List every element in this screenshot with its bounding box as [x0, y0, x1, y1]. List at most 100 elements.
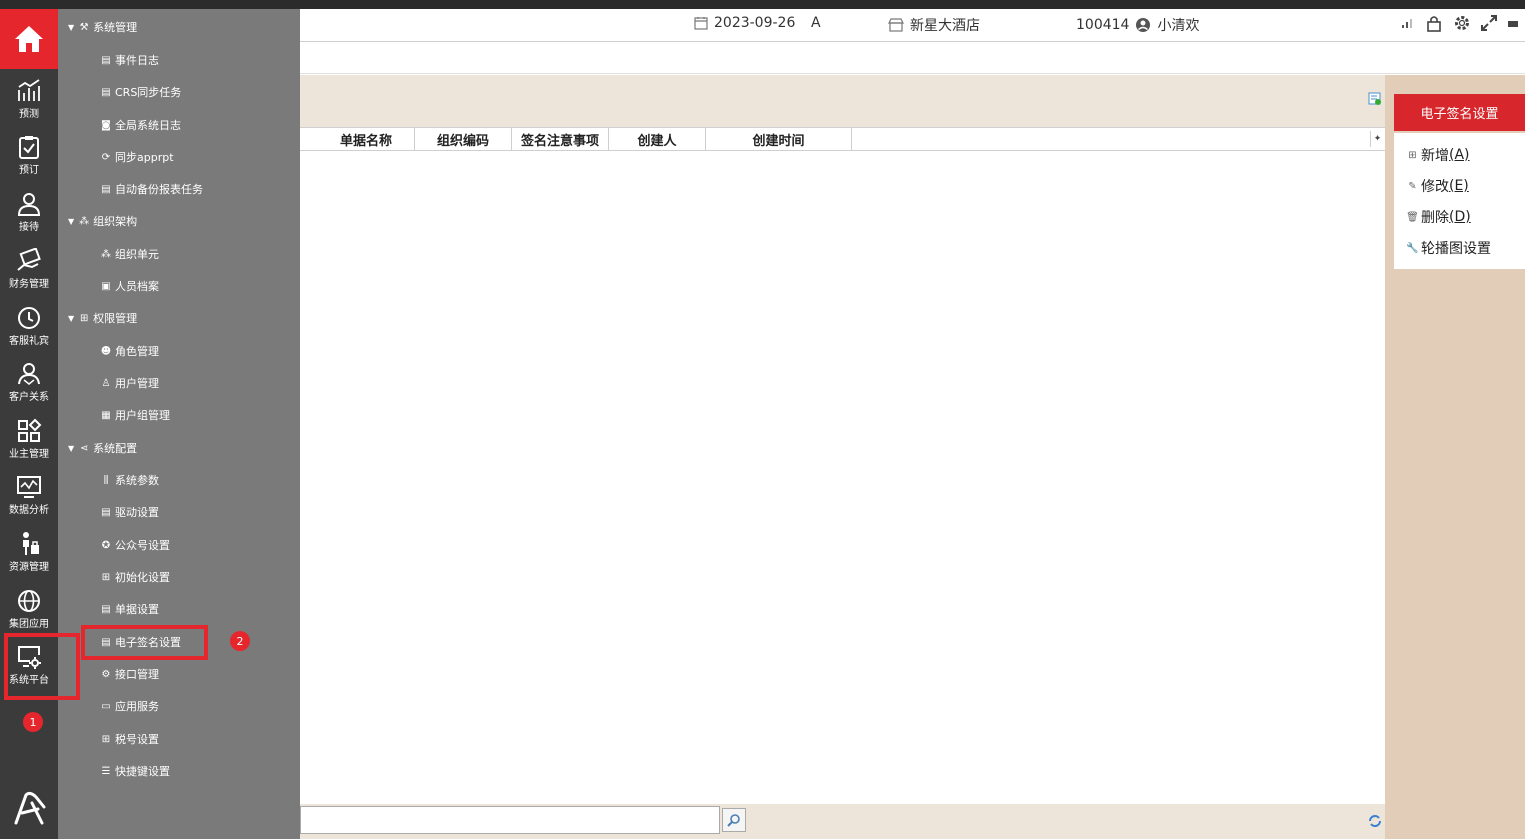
navigation-tree: ▼ ⚒ 系统管理 ▤ 事件日志 ▤ CRS同步任务 ◙ 全局系统日志 ⟳ 同步a…	[58, 9, 300, 839]
tree-item-crs-sync[interactable]: ▤ CRS同步任务	[100, 82, 181, 102]
search-input[interactable]	[300, 806, 720, 834]
rail-item-reception[interactable]: 接待	[0, 184, 58, 240]
wrench-icon: 🔧	[1406, 242, 1419, 254]
signal-icon[interactable]	[1401, 17, 1415, 29]
tree-item-tax-settings[interactable]: ⊞ 税号设置	[100, 729, 159, 749]
rail-item-finance[interactable]: 财务管理	[0, 241, 58, 297]
rail-item-label: 接待	[19, 222, 39, 233]
tree-group-system-management[interactable]: ▼ ⚒ 系统管理	[68, 17, 137, 37]
tree-item-label: 用户管理	[115, 377, 159, 390]
column-header[interactable]: 签名注意事项	[512, 128, 609, 150]
expand-icon[interactable]	[1481, 15, 1497, 31]
caret-down-icon: ▼	[68, 443, 75, 453]
column-header[interactable]: 创建时间	[706, 128, 852, 150]
action-menu: ⊞ 新增 (A) ✎ 修改 (E) 🗑 删除 (D) 🔧 轮播图设置	[1394, 133, 1525, 269]
rail-item-analytics[interactable]: 数据分析	[0, 467, 58, 523]
clock-icon	[18, 307, 40, 329]
edit-button[interactable]: ✎ 修改 (E)	[1407, 176, 1468, 196]
tree-item-official-account[interactable]: ✪ 公众号设置	[100, 535, 170, 555]
share-icon: ⋖	[79, 442, 89, 454]
tree-item-global-log[interactable]: ◙ 全局系统日志	[100, 115, 181, 135]
tree-item-label: 驱动设置	[115, 506, 159, 519]
action-panel-title: 电子签名设置	[1394, 94, 1525, 131]
highlight-box-system-platform	[4, 633, 80, 700]
refresh-icon[interactable]	[1368, 814, 1382, 828]
step-badge: 1	[23, 712, 43, 732]
store-icon	[888, 18, 904, 32]
document-icon: ▤	[101, 183, 111, 195]
header-shift: A	[811, 15, 821, 31]
column-chooser-icon[interactable]: ✦	[1370, 131, 1384, 147]
carousel-settings-button[interactable]: 🔧 轮播图设置	[1406, 238, 1491, 258]
header-hotel[interactable]: 新星大酒店	[888, 15, 980, 35]
tree-item-app-services[interactable]: ▭ 应用服务	[100, 696, 159, 716]
tree-group-organization[interactable]: ▼ ⁂ 组织架构	[68, 211, 137, 231]
rail-item-booking[interactable]: 预订	[0, 127, 58, 183]
rail-item-resources[interactable]: 资源管理	[0, 524, 58, 580]
tree-item-label: 人员档案	[115, 280, 159, 293]
tree-item-event-log[interactable]: ▤ 事件日志	[100, 50, 159, 70]
user-name: 小清欢	[1157, 18, 1200, 34]
column-header[interactable]: 创建人	[609, 128, 706, 150]
rail-item-forecast[interactable]: 预测	[0, 71, 58, 127]
sub-toolbar	[300, 43, 1525, 74]
document-icon: ▤	[101, 54, 111, 66]
person-luggage-icon	[23, 532, 39, 555]
rail-item-crm[interactable]: 客户关系	[0, 354, 58, 410]
grid-header-row: 单据名称 组织编码 签名注意事项 创建人 创建时间 ✦	[300, 127, 1385, 151]
sync-icon: ⟳	[101, 151, 111, 163]
lock-icon[interactable]	[1425, 14, 1443, 32]
user-id: 100414	[1076, 17, 1130, 33]
delete-button[interactable]: 🗑 删除 (D)	[1406, 207, 1471, 227]
tree-item-org-unit[interactable]: ⁂ 组织单元	[100, 244, 159, 264]
grid-icon: ⊞	[79, 312, 89, 324]
users-icon: ☻	[100, 345, 112, 357]
tree-item-init-settings[interactable]: ⊞ 初始化设置	[100, 567, 170, 587]
rail-item-concierge[interactable]: 客服礼宾	[0, 298, 58, 354]
tree-item-system-params[interactable]: ⫼ 系统参数	[100, 470, 159, 490]
column-header[interactable]: 组织编码	[415, 128, 512, 150]
caret-down-icon: ▼	[68, 22, 75, 32]
rail-item-label: 集团应用	[9, 619, 49, 630]
calendar-icon	[694, 17, 708, 30]
export-excel-icon[interactable]	[1368, 92, 1382, 106]
tree-item-role-management[interactable]: ☻ 角色管理	[100, 341, 159, 361]
search-button[interactable]	[722, 808, 746, 832]
header-user[interactable]: 100414 小清欢	[1076, 15, 1199, 35]
tree-item-driver-settings[interactable]: ▤ 驱动设置	[100, 502, 159, 522]
tree-item-sync-apprpt[interactable]: ⟳ 同步apprpt	[100, 147, 174, 167]
minimize-icon[interactable]	[1507, 17, 1519, 29]
tree-item-user-group[interactable]: ▦ 用户组管理	[100, 405, 170, 425]
tree-item-shortcut-settings[interactable]: ☰ 快捷键设置	[100, 761, 170, 781]
tree-item-interface-management[interactable]: ⚙ 接口管理	[100, 664, 159, 684]
tree-item-auto-backup[interactable]: ▤ 自动备份报表任务	[100, 179, 203, 199]
tree-item-label: 事件日志	[115, 54, 159, 67]
brand-logo-icon	[14, 791, 46, 825]
document-icon: ▤	[101, 506, 111, 518]
rail-item-owner[interactable]: 业主管理	[0, 411, 58, 467]
gear-icon: ⚙	[101, 668, 111, 680]
gear-icon[interactable]	[1453, 14, 1471, 32]
tree-item-label: 全局系统日志	[115, 119, 181, 132]
rail-item-group[interactable]: 集团应用	[0, 581, 58, 637]
tree-item-label: 税号设置	[115, 733, 159, 746]
add-button[interactable]: ⊞ 新增 (A)	[1407, 145, 1469, 165]
tree-item-user-management[interactable]: ♙ 用户管理	[100, 373, 159, 393]
grid-icon: ⊞	[101, 571, 111, 583]
monitor-chart-icon	[17, 476, 41, 498]
top-strip	[0, 0, 1525, 9]
tree-item-label: 接口管理	[115, 668, 159, 681]
rail-item-label: 客户关系	[9, 392, 49, 403]
tree-item-label: 应用服务	[115, 700, 159, 713]
rail-item-label: 资源管理	[9, 562, 49, 573]
tree-group-system-config[interactable]: ▼ ⋖ 系统配置	[68, 438, 137, 458]
tree-group-permissions[interactable]: ▼ ⊞ 权限管理	[68, 308, 137, 328]
sliders-icon: ⫼	[103, 474, 109, 486]
search-icon	[727, 814, 740, 827]
tree-item-label: 快捷键设置	[115, 765, 170, 778]
tree-item-document-settings[interactable]: ▤ 单据设置	[100, 599, 159, 619]
home-button[interactable]	[0, 9, 58, 69]
highlight-box-e-signature	[81, 625, 208, 660]
column-header[interactable]: 单据名称	[318, 128, 415, 150]
tree-item-staff-files[interactable]: ▣ 人员档案	[100, 276, 159, 296]
